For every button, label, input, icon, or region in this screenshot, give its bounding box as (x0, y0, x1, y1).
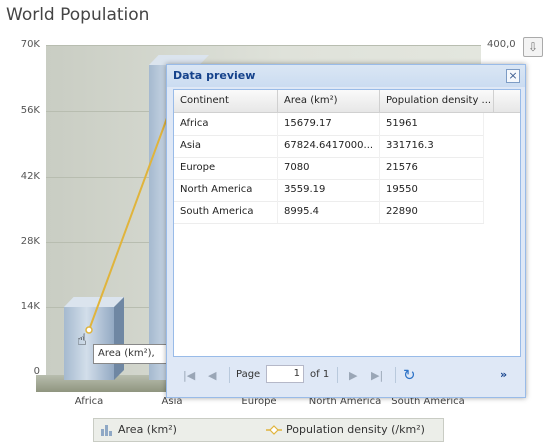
table-cell: 8995.4 (278, 201, 380, 223)
page-label: Page (236, 369, 261, 380)
table-row[interactable]: Asia 67824.6417000... 331716.3 (174, 135, 484, 158)
legend-label: Population density (/km²) (286, 423, 425, 436)
prev-page-icon[interactable]: ◀ (208, 369, 216, 382)
column-header-continent[interactable]: Continent (174, 90, 278, 112)
toolbar-separator (395, 367, 396, 383)
table-cell: Africa (174, 113, 278, 135)
page-number-input[interactable]: 1 (266, 365, 304, 383)
toolbar-separator (229, 367, 230, 383)
table-cell: 15679.17 (278, 113, 380, 135)
legend-item-area[interactable]: Area (km²) (100, 423, 177, 436)
x-tick-label: Africa (74, 396, 104, 407)
table-cell: 22890 (380, 201, 484, 223)
dialog-title: Data preview (173, 69, 256, 82)
toolbar-separator (337, 367, 338, 383)
dialog-header[interactable]: Data preview × (167, 65, 525, 87)
legend-label: Area (km²) (118, 423, 177, 436)
table-cell: North America (174, 179, 278, 201)
table-cell: South America (174, 201, 278, 223)
column-header-area[interactable]: Area (km²) (278, 90, 380, 112)
table-cell: 51961 (380, 113, 484, 135)
column-header-density[interactable]: Population density ... (380, 90, 494, 112)
table-row[interactable]: Europe 7080 21576 (174, 157, 484, 180)
hand-cursor-icon: ☝ (77, 330, 87, 349)
close-icon[interactable]: × (506, 69, 520, 83)
population-density-line (88, 117, 168, 331)
table-cell: 21576 (380, 157, 484, 179)
paging-toolbar: |◀ ◀ Page 1 of 1 ▶ ▶| ↻ » (173, 362, 519, 390)
table-cell: Europe (174, 157, 278, 179)
chart-tooltip: Area (km²), (93, 344, 169, 364)
last-page-icon[interactable]: ▶| (371, 369, 383, 382)
bar-chart-icon (101, 424, 112, 436)
chart-legend: Area (km²) Population density (/km²) (93, 418, 444, 442)
data-grid: Continent Area (km²) Population density … (173, 89, 521, 357)
population-density-point[interactable] (85, 326, 93, 334)
table-cell: 331716.3 (380, 135, 484, 157)
table-row[interactable]: North America 3559.19 19550 (174, 179, 484, 202)
line-marker-icon (266, 424, 282, 435)
table-cell: 3559.19 (278, 179, 380, 201)
table-row[interactable]: Africa 15679.17 51961 (174, 113, 484, 136)
first-page-icon[interactable]: |◀ (183, 369, 195, 382)
table-cell: 19550 (380, 179, 484, 201)
more-options-icon[interactable]: » (500, 368, 507, 381)
table-cell: 67824.6417000... (278, 135, 380, 157)
page-count-label: of 1 (310, 369, 330, 380)
table-cell: Asia (174, 135, 278, 157)
legend-item-density[interactable]: Population density (/km²) (266, 423, 425, 436)
table-row[interactable]: South America 8995.4 22890 (174, 201, 484, 224)
refresh-icon[interactable]: ↻ (403, 366, 416, 384)
table-cell: 7080 (278, 157, 380, 179)
data-preview-dialog: Data preview × Continent Area (km²) Popu… (166, 64, 526, 398)
next-page-icon[interactable]: ▶ (349, 369, 357, 382)
grid-header: Continent Area (km²) Population density … (174, 90, 520, 113)
